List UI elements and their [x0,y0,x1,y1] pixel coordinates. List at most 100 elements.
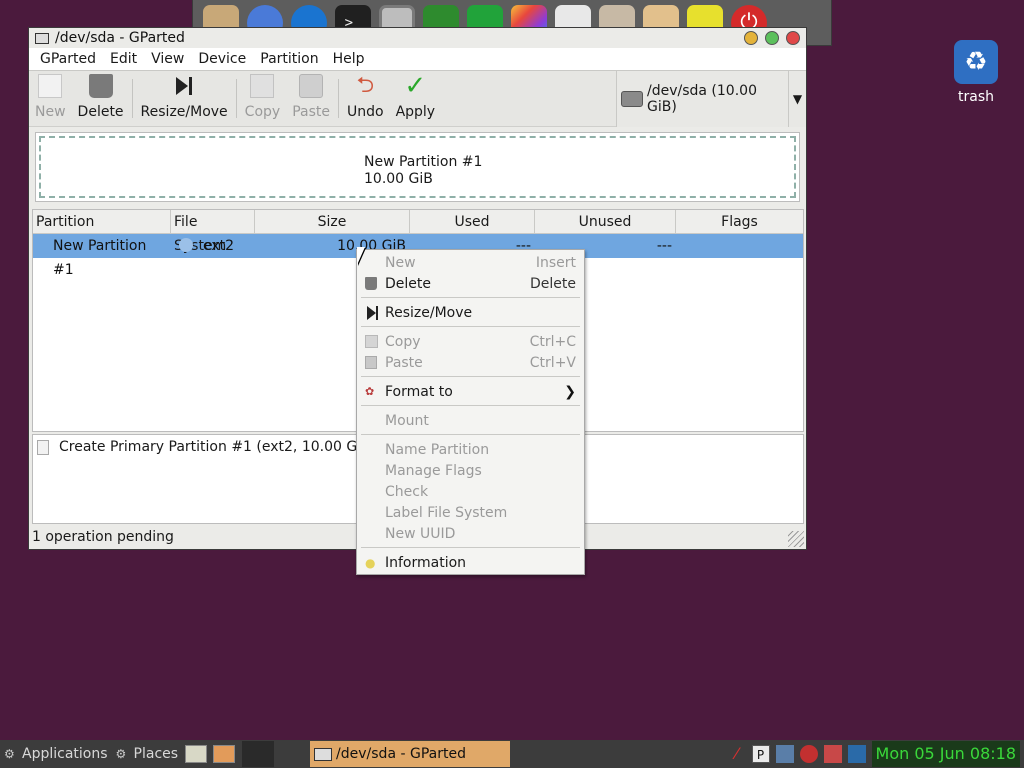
resize-move-button[interactable]: Resize/Move [135,71,234,126]
undo-button[interactable]: ⮌ Undo [341,71,390,126]
paste-icon [365,356,377,369]
new-button-label: New [35,104,66,120]
partition-context-menu: New Insert Delete Delete Resize/Move Cop… [356,249,585,575]
cell-file-system-text: ext2 [203,238,235,254]
status-bar: 1 operation pending [32,529,174,545]
resize-button-label: Resize/Move [140,104,228,120]
context-item-information[interactable]: ● Information [357,552,584,573]
column-unused[interactable]: Unused [535,210,676,233]
checkmark-icon: ✓ [404,71,427,101]
workspace-switcher[interactable] [242,741,275,767]
places-icon: ⚙ [115,747,127,761]
paste-button[interactable]: Paste [286,71,336,126]
column-used[interactable]: Used [410,210,535,233]
network-icon[interactable] [775,745,794,763]
menu-partition[interactable]: Partition [253,51,325,67]
p-tray-icon[interactable]: P [751,745,770,763]
document-icon [37,439,49,455]
applications-label: Applications [22,746,108,762]
close-button[interactable] [786,31,800,45]
window-title: /dev/sda - GParted [55,30,185,46]
gparted-task-icon [314,747,333,761]
context-item-mount[interactable]: Mount [357,410,584,431]
taskbar-label: /dev/sda - GParted [336,746,466,762]
menu-gparted[interactable]: GParted [33,51,103,67]
copy-button[interactable]: Copy [239,71,287,126]
applications-icon: ⚙ [4,747,15,761]
format-icon: ✿ [365,384,375,398]
system-tray: ⁄ P Mon 05 Jun 08:18 [728,741,1024,767]
undo-icon: ⮌ [356,73,375,98]
apply-button[interactable]: ✓ Apply [390,71,442,126]
places-menu[interactable]: ⚙ Places [112,746,183,762]
operation-text: Create Primary Partition #1 (ext2, 10.00… [59,439,390,455]
menu-edit[interactable]: Edit [103,51,144,67]
menu-help[interactable]: Help [326,51,372,67]
cell-file-system: ext2 [171,234,255,258]
chevron-down-icon[interactable]: ▼ [788,71,806,127]
recycle-icon: ♻ [954,40,998,84]
trash-icon [88,74,113,98]
context-item-new[interactable]: New Insert [357,252,584,273]
partition-graph: New Partition #1 10.00 GiB [35,132,800,202]
trash-icon [365,277,377,290]
column-partition[interactable]: Partition [33,210,171,233]
cell-partition: New Partition #1 [53,238,147,278]
context-item-format-to[interactable]: ✿ Format to ❯ [357,381,584,402]
menu-separator [361,434,580,435]
graph-partition-size: 10.00 GiB [364,171,433,187]
trash-label: trash [958,89,994,105]
context-item-name-partition[interactable]: Name Partition [357,439,584,460]
table-header: Partition File System Size Used Unused F… [33,210,803,254]
toolbar-separator [337,79,339,118]
context-item-new-uuid[interactable]: New UUID [357,523,584,544]
update-icon[interactable] [799,745,818,763]
context-item-label-file-system[interactable]: Label File System [357,502,584,523]
resize-icon [365,305,385,321]
menu-view[interactable]: View [144,51,191,67]
chart-icon[interactable] [847,745,866,763]
column-file-system[interactable]: File System [171,210,255,254]
minimize-button[interactable] [744,31,758,45]
menubar: GParted Edit View Device Partition Help [29,48,806,71]
new-button[interactable]: New [29,71,72,126]
delete-button[interactable]: Delete [72,71,130,126]
workspace-icon[interactable] [213,745,236,763]
graph-partition-name: New Partition #1 [364,154,483,170]
menu-separator [361,405,580,406]
partition-graph-segment[interactable]: New Partition #1 10.00 GiB [39,136,796,198]
resize-grip-icon[interactable] [788,531,804,547]
undo-button-label: Undo [346,104,384,120]
context-item-resize-move[interactable]: Resize/Move [357,302,584,323]
context-item-delete[interactable]: Delete Delete [357,273,584,294]
mouse-cursor-icon [357,247,365,265]
device-label: /dev/sda (10.00 GiB) [647,83,757,115]
column-flags[interactable]: Flags [676,210,803,233]
taskbar-gparted[interactable]: /dev/sda - GParted [310,741,511,767]
delete-button-label: Delete [77,104,124,120]
menu-device[interactable]: Device [191,51,253,67]
new-partition-icon [38,74,63,98]
context-item-paste[interactable]: Paste Ctrl+V [357,352,584,373]
desktop-trash[interactable]: ♻ trash [948,40,1004,105]
device-selector[interactable]: /dev/sda (10.00 GiB) ▼ [616,71,806,127]
new-icon [365,255,385,271]
context-item-check[interactable]: Check [357,481,584,502]
show-desktop-icon[interactable] [185,745,208,763]
context-item-manage-flags[interactable]: Manage Flags [357,460,584,481]
menu-separator [361,297,580,298]
column-size[interactable]: Size [255,210,410,233]
shield-icon[interactable] [823,745,842,763]
maximize-button[interactable] [765,31,779,45]
context-item-copy[interactable]: Copy Ctrl+C [357,331,584,352]
toolbar-separator [235,79,237,118]
no-network-icon[interactable]: ⁄ [728,745,746,763]
menu-separator [361,326,580,327]
places-label: Places [133,746,179,762]
copy-icon [365,335,378,348]
toolbar: New Delete Resize/Move Copy Paste ⮌ Undo… [29,71,806,127]
lightbulb-icon: ● [365,555,376,570]
applications-menu[interactable]: ⚙ Applications [0,746,112,762]
window-titlebar[interactable]: /dev/sda - GParted [29,28,806,48]
clock[interactable]: Mon 05 Jun 08:18 [871,741,1020,767]
